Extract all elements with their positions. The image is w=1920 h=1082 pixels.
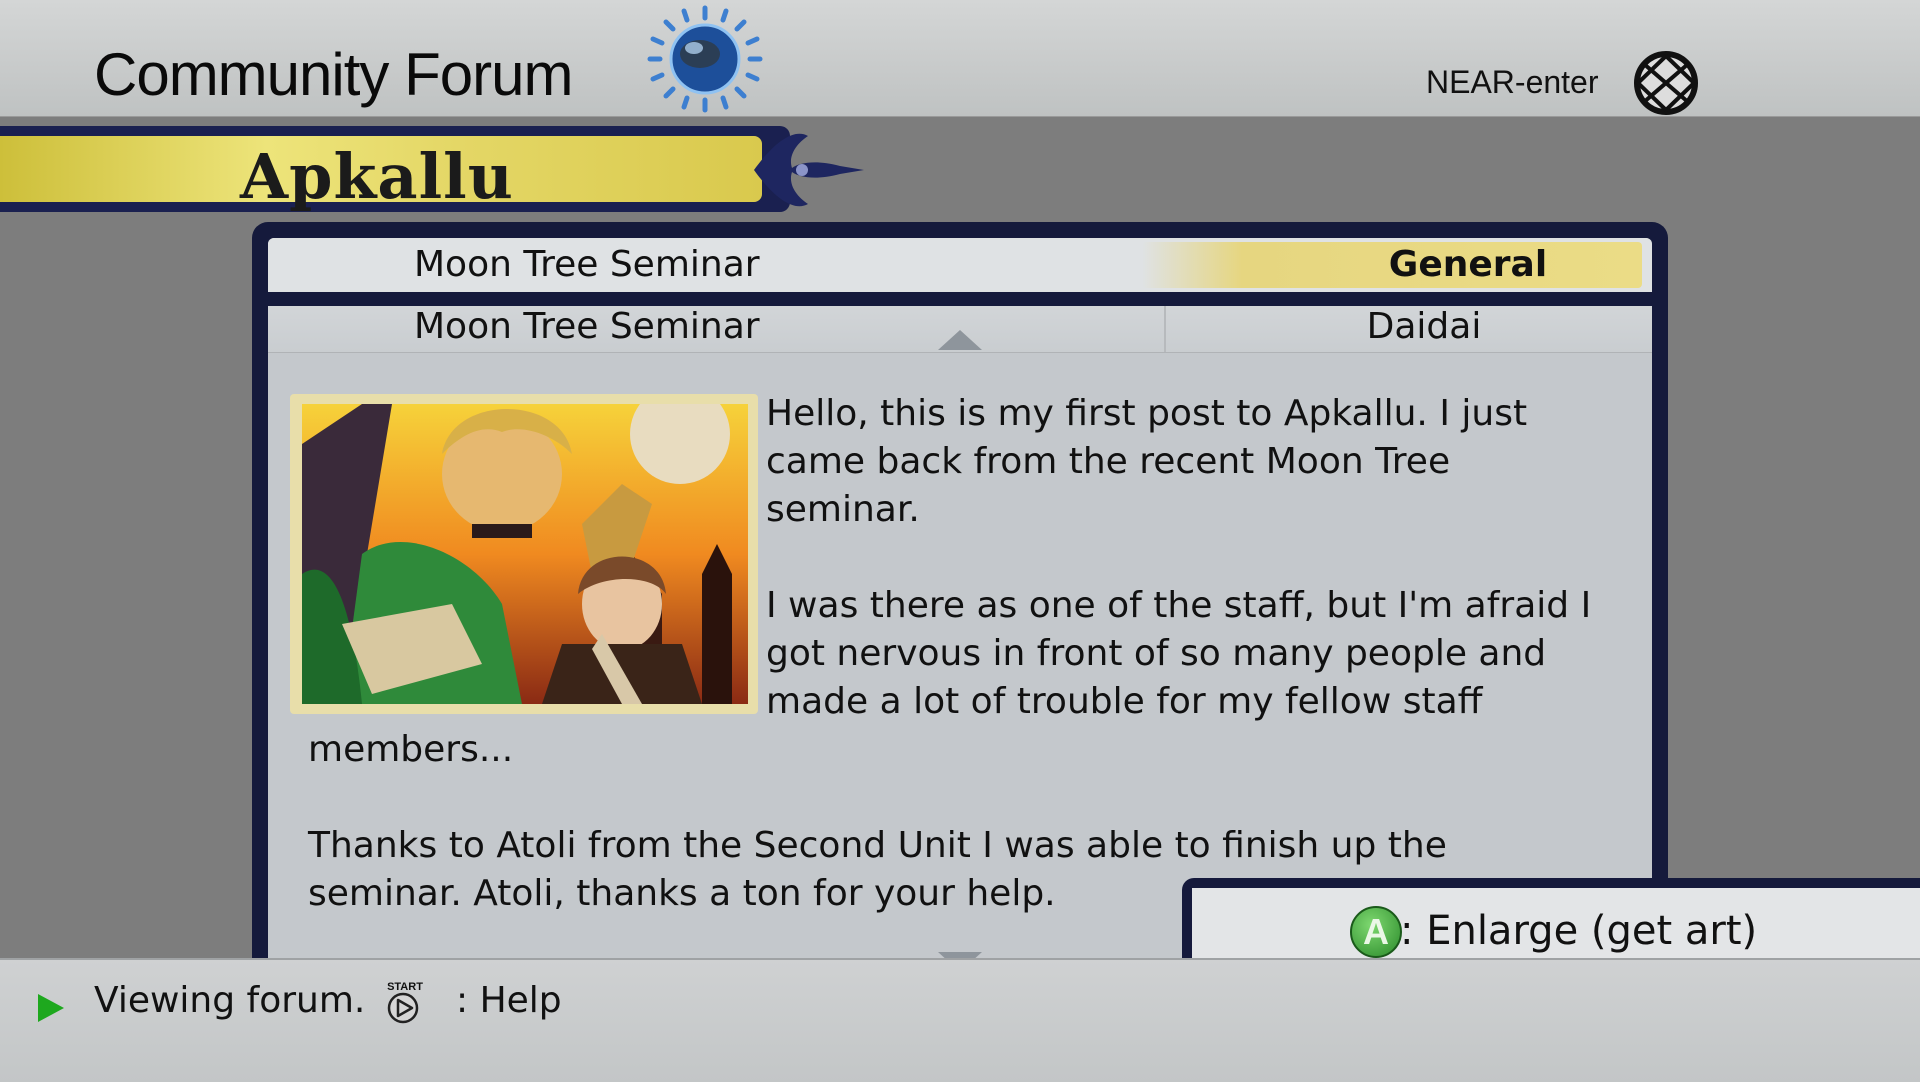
post-body: Hello, this is my first post to Apkallu.…: [308, 390, 1608, 918]
status-text: Viewing forum.: [94, 980, 366, 1021]
forum-title-plate: Apkallu: [0, 136, 762, 213]
play-arrow-icon: [38, 994, 64, 1022]
image-spacer: [308, 390, 766, 720]
thread-title: Moon Tree Seminar: [414, 306, 760, 347]
scroll-up-arrow-icon[interactable]: [938, 330, 982, 350]
post-paragraph: Hello, this is my first post to Apkallu.…: [766, 393, 1539, 530]
top-header: Community Forum NEAR-enter: [0, 0, 1920, 117]
thread-title: Moon Tree Seminar: [414, 244, 760, 285]
forum-name: Apkallu: [240, 140, 514, 213]
start-button-text: START: [387, 981, 423, 993]
thread-panel: Moon Tree Seminar General Moon Tree Semi…: [252, 222, 1668, 988]
thread-category: Daidai: [1366, 306, 1482, 347]
thread-panel-content: Moon Tree Seminar General Moon Tree Semi…: [268, 238, 1652, 988]
help-label: : Help: [456, 980, 562, 1021]
network-globe-icon: [1634, 51, 1698, 115]
network-status-label: NEAR-enter: [1426, 64, 1599, 100]
forum-title-banner: Apkallu: [0, 126, 790, 213]
thread-category: General: [1388, 244, 1548, 285]
enlarge-art-label: : Enlarge (get art): [1400, 908, 1758, 954]
status-bar: Viewing forum. START : Help: [0, 958, 1920, 1082]
a-button-icon: A: [1350, 906, 1402, 958]
fleur-de-lis-ornament-icon: [754, 133, 864, 207]
column-separator: [1164, 306, 1166, 352]
row-divider: [268, 292, 1652, 306]
globe-icon: [647, 5, 763, 113]
start-button-icon[interactable]: START: [382, 978, 428, 1026]
thread-row-selected[interactable]: Moon Tree Seminar General: [268, 238, 1652, 292]
app-title: Community Forum: [94, 41, 573, 108]
